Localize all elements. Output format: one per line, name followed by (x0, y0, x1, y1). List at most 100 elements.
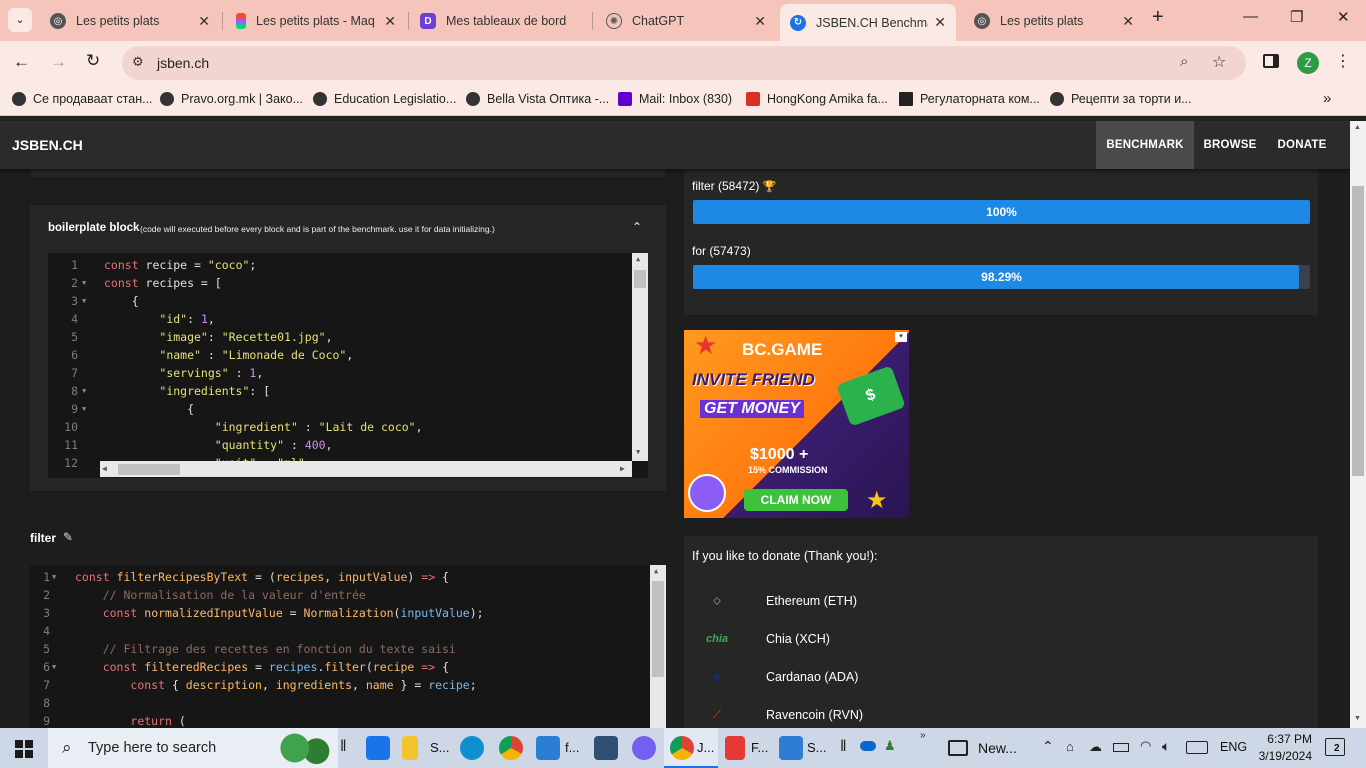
bookmark-item[interactable]: Mail: Inbox (830) (618, 92, 732, 106)
edge-icon[interactable] (460, 736, 484, 760)
bookmark-item[interactable]: Се продаваат стан... (12, 92, 153, 106)
wifi-icon[interactable]: ◠ (1140, 738, 1151, 754)
tray-network-icon[interactable]: ☁ (1089, 739, 1102, 755)
side-panel-icon[interactable] (1263, 54, 1279, 68)
bookmark-item[interactable]: Pravo.org.mk | Зако... (160, 92, 303, 106)
frog-icon (270, 732, 332, 764)
tab-les-petits-plats-2[interactable]: ◎ Les petits plats ✕ (964, 6, 1144, 36)
menu-icon[interactable]: ⋮ (1335, 51, 1351, 71)
pdf-icon[interactable] (725, 736, 745, 760)
page-scrollbar[interactable]: ▲ ▼ (1350, 121, 1366, 728)
onedrive-icon[interactable] (860, 741, 876, 751)
close-tab-icon[interactable]: ✕ (198, 13, 210, 30)
overflow-chevron-icon[interactable]: » (920, 730, 926, 741)
tab-chatgpt[interactable]: ✺ ChatGPT ✕ (596, 6, 776, 36)
nav-donate[interactable]: DONATE (1266, 121, 1338, 169)
battery-icon[interactable] (1113, 743, 1129, 752)
windows-start-icon[interactable] (15, 740, 33, 758)
file-explorer-icon[interactable] (402, 736, 418, 760)
tab-search-button[interactable]: ⌄ (8, 8, 32, 32)
forward-icon[interactable]: → (50, 52, 67, 72)
bookmark-item[interactable]: Education Legislatio... (313, 92, 456, 106)
taskbar-search[interactable]: ⌕ Type here to search (48, 728, 338, 768)
coin-ravencoin[interactable]: ⟋ Ravencoin (RVN) (706, 708, 863, 722)
coin-cardano[interactable]: ✳ Cardanao (ADA) (706, 670, 858, 684)
globe-icon: ◎ (50, 13, 66, 29)
ad-commission: 15% COMMISSION (748, 465, 828, 475)
keyboard-icon[interactable] (1186, 741, 1208, 754)
close-tab-icon[interactable]: ✕ (934, 14, 946, 31)
collapse-icon[interactable]: ⌃ (632, 220, 642, 234)
git-app-icon[interactable] (594, 736, 618, 760)
new-tab-button[interactable]: + (1152, 6, 1164, 29)
site-info-icon[interactable]: ⚙ (132, 54, 144, 70)
chrome-icon[interactable] (499, 736, 523, 760)
coin-ethereum[interactable]: ⬦ Ethereum (ETH) (706, 594, 857, 608)
address-text[interactable]: jsben.ch (157, 55, 209, 71)
ad-amount: $1000 + (750, 446, 809, 463)
back-icon[interactable]: ← (13, 52, 30, 72)
tray-chevron-icon[interactable]: ⌃ (1042, 738, 1054, 755)
chrome-active-item[interactable]: J... (664, 728, 718, 768)
result-bar-for: 98.29% (693, 265, 1310, 289)
nav-benchmark[interactable]: BENCHMARK (1096, 121, 1194, 169)
horizontal-scrollbar[interactable]: ◀ ▶ (100, 461, 632, 477)
zoom-icon[interactable]: ⌕ (1180, 53, 1188, 70)
filter-code-editor[interactable]: 1 ▼ const filterRecipesByText = (recipes, … (30, 565, 666, 728)
ad-cta-button[interactable]: CLAIM NOW (744, 489, 848, 511)
ad-close-icon[interactable]: ▾ (895, 332, 907, 342)
vertical-scrollbar[interactable]: ▲ (650, 565, 666, 728)
close-window-icon[interactable]: ✕ (1337, 8, 1350, 26)
close-tab-icon[interactable]: ✕ (754, 13, 766, 30)
browser-toolbar: ← → ↻ ⚙ jsben.ch ⌕ ☆ Z ⋮ (0, 41, 1366, 84)
dashboard-icon: D (420, 13, 436, 29)
boilerplate-code-editor[interactable]: 1 const recipe = "coco"; 2 ▼ const recipes … (48, 253, 648, 478)
globe-icon (12, 92, 26, 106)
tab-figma[interactable]: Les petits plats - Maq ✕ (226, 6, 406, 36)
tab-dashboards[interactable]: D Mes tableaux de bord (410, 6, 590, 36)
mail-app-icon[interactable] (366, 736, 390, 760)
close-tab-icon[interactable]: ✕ (1122, 13, 1134, 30)
tab-jsben[interactable]: ↻ JSBEN.CH Benchmark ✕ (780, 4, 956, 41)
clock[interactable]: 6:37 PM 3/19/2024 (1252, 731, 1312, 765)
minimize-icon[interactable]: — (1243, 8, 1258, 25)
ad-brand: BC.GAME (742, 340, 823, 359)
bookmark-item[interactable]: Рецепти за торти и... (1050, 92, 1192, 106)
close-tab-icon[interactable]: ✕ (384, 13, 396, 30)
notification-icon[interactable]: 2 (1325, 738, 1345, 756)
globe-icon (313, 92, 327, 106)
globe-icon (160, 92, 174, 106)
tab-les-petits-plats-1[interactable]: ◎ Les petits plats ✕ (40, 6, 220, 36)
bookmark-item[interactable]: HongKong Amika fa... (746, 92, 888, 106)
money-icon: $ (836, 365, 906, 427)
boilerplate-panel: boilerplate block (code will executed be… (30, 205, 666, 491)
site-brand[interactable]: JSBEN.CH (12, 137, 83, 153)
vscode-icon[interactable] (536, 736, 560, 760)
coin-chia[interactable]: chia Chia (XCH) (706, 632, 830, 646)
trophy-icon: 🏆 (762, 181, 777, 193)
news-icon[interactable] (948, 740, 968, 756)
reload-icon[interactable]: ↻ (86, 51, 100, 71)
nav-browse[interactable]: BROWSE (1194, 121, 1266, 169)
avatar[interactable]: Z (1297, 52, 1319, 74)
bookmarks-bar: Се продаваат стан... Pravo.org.mk | Зако… (0, 84, 1366, 116)
bookmark-item[interactable]: Регулаторната ком... (899, 92, 1040, 106)
bookmark-item[interactable]: Bella Vista Оптика -... (466, 92, 609, 106)
edit-pencil-icon[interactable]: ✎ (63, 530, 73, 544)
result-bar-filter: 100% (693, 200, 1310, 224)
language-indicator[interactable]: ENG (1220, 740, 1247, 754)
image-app-icon[interactable] (779, 736, 803, 760)
address-bar[interactable]: ⚙ jsben.ch ⌕ ☆ (122, 46, 1246, 80)
ad-line1: INVITE FRIEND (692, 370, 815, 389)
more-bookmarks-icon[interactable]: » (1323, 90, 1331, 107)
viber-icon[interactable] (632, 736, 656, 760)
vertical-scrollbar[interactable]: ▲ ▼ (632, 253, 648, 461)
tray-device-icon[interactable]: ⌂ (1066, 739, 1074, 754)
people-icon[interactable]: ♟ (884, 738, 896, 754)
restore-icon[interactable]: ❐ (1290, 8, 1303, 26)
globe-icon: ◎ (974, 13, 990, 29)
task-view-icon[interactable]: ‖ (340, 738, 347, 756)
volume-icon[interactable]: 🔈︎ (1162, 738, 1170, 755)
ad-banner[interactable]: ▾ ★ BC.GAME INVITE FRIEND GET MONEY $ $1… (684, 330, 909, 518)
bookmark-star-icon[interactable]: ☆ (1212, 52, 1226, 72)
